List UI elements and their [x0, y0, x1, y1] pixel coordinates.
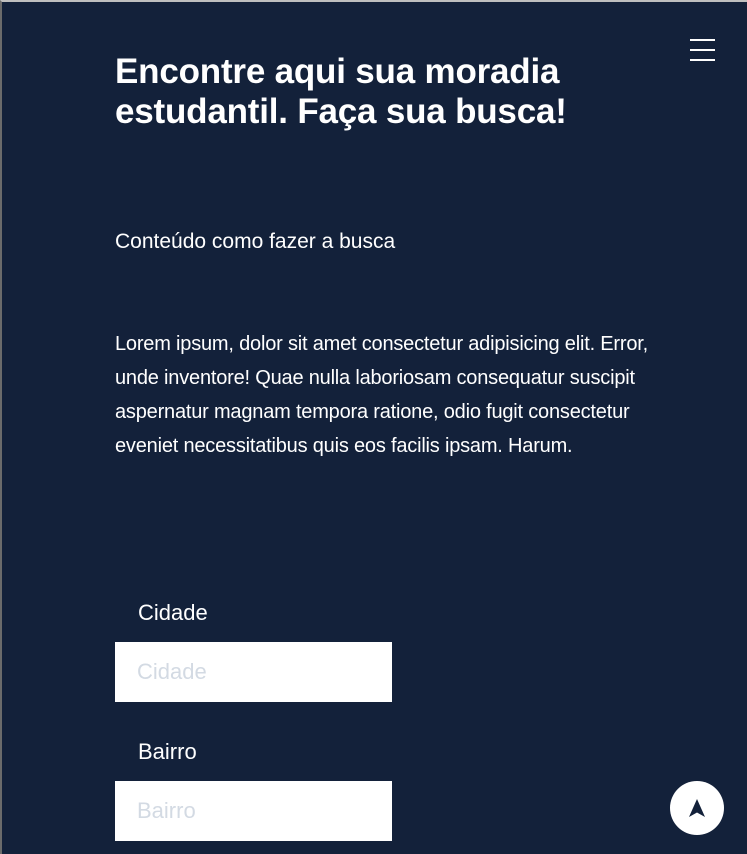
navigation-arrow-icon	[689, 799, 705, 817]
navigation-fab-button[interactable]	[670, 781, 724, 835]
neighborhood-label: Bairro	[138, 739, 197, 764]
page-title-line-1: Encontre aqui sua moradia	[115, 52, 560, 91]
hamburger-bar-middle	[690, 49, 715, 51]
neighborhood-input[interactable]	[115, 781, 392, 841]
intro-paragraph: Lorem ipsum, dolor sit amet consectetur …	[115, 333, 648, 457]
page-title: Encontre aqui sua moradia estudantil. Fa…	[115, 52, 655, 132]
city-label: Cidade	[138, 600, 208, 625]
hamburger-menu-icon[interactable]	[688, 32, 718, 62]
page-title-line-2: estudantil. Faça sua busca!	[115, 92, 567, 131]
page: Encontre aqui sua moradia estudantil. Fa…	[0, 0, 747, 854]
hamburger-bar-top	[690, 39, 715, 41]
hamburger-bar-bottom	[690, 59, 715, 61]
search-instructions-heading: Conteúdo como fazer a busca	[115, 230, 396, 253]
city-input[interactable]	[115, 642, 392, 702]
